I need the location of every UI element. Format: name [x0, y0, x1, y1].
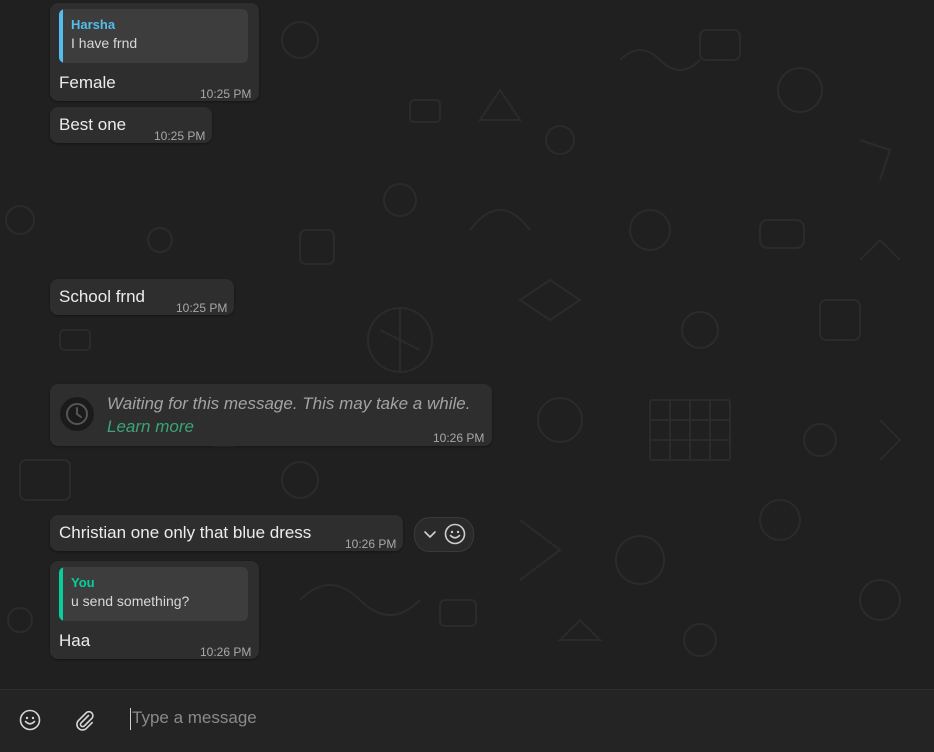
- message-text: Christian one only that blue dress: [59, 523, 312, 542]
- waiting-message-bubble[interactable]: Waiting for this message. This may take …: [50, 384, 492, 446]
- quote-text: u send something?: [71, 593, 190, 609]
- message-bubble[interactable]: Christian one only that blue dress 10:26…: [50, 515, 403, 551]
- message-time: 10:26 PM: [200, 645, 252, 659]
- emoji-icon[interactable]: [19, 709, 41, 731]
- message-time: 10:26 PM: [433, 431, 485, 445]
- message-time: 10:26 PM: [345, 537, 397, 551]
- attach-icon[interactable]: [73, 709, 95, 731]
- quote-accent-bar: [59, 9, 63, 63]
- chat-area[interactable]: Harsha I have frnd Female 10:25 PM Best …: [0, 0, 934, 689]
- message-bubble[interactable]: School frnd 10:25 PM: [50, 279, 234, 315]
- quote-author: Harsha: [71, 17, 116, 32]
- message-bubble[interactable]: You u send something? Haa 10:26 PM: [50, 561, 259, 659]
- quoted-message[interactable]: You u send something?: [59, 567, 248, 621]
- message-time: 10:25 PM: [176, 301, 228, 315]
- message-bubble[interactable]: Harsha I have frnd Female 10:25 PM: [50, 3, 259, 101]
- quote-accent-bar: [59, 567, 63, 621]
- emoji-reaction-icon[interactable]: [444, 523, 466, 545]
- message-text: Female: [59, 73, 116, 92]
- message-time: 10:25 PM: [200, 87, 252, 101]
- message-text: Best one: [59, 115, 127, 134]
- quote-author: You: [71, 575, 95, 590]
- clock-icon: [60, 397, 94, 431]
- learn-more-link[interactable]: Learn more: [107, 417, 194, 437]
- message-text: Haa: [59, 631, 91, 650]
- message-input[interactable]: Type a message: [132, 708, 257, 728]
- message-time: 10:25 PM: [154, 129, 206, 143]
- waiting-message-text: Waiting for this message. This may take …: [107, 394, 471, 413]
- message-hover-actions: [414, 517, 474, 552]
- quote-text: I have frnd: [71, 35, 138, 51]
- text-caret: [130, 708, 131, 730]
- chevron-down-icon[interactable]: [423, 528, 437, 542]
- message-text: School frnd: [59, 287, 145, 306]
- message-bubble[interactable]: Best one 10:25 PM: [50, 107, 212, 143]
- quoted-message[interactable]: Harsha I have frnd: [59, 9, 248, 63]
